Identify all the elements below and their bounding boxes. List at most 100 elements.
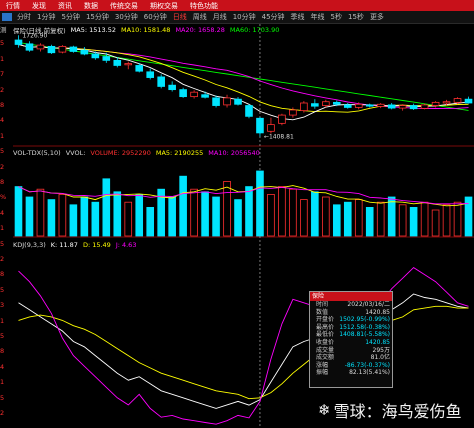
candle-body	[113, 59, 122, 66]
volume-bar	[179, 175, 187, 237]
period-tab-8[interactable]: 月线	[210, 12, 230, 22]
volume-bar	[409, 206, 418, 237]
tooltip-row: 收盘价 1420.85	[310, 339, 392, 347]
kdj-k-line	[18, 293, 469, 409]
volume-bar	[289, 188, 297, 237]
tooltip-row-label: 振幅	[316, 369, 329, 377]
tooltip-row: 最低价 1408.81(-5.58%)	[310, 331, 392, 339]
left-axis-label: 5	[0, 332, 5, 340]
period-tab-1[interactable]: 1分钟	[34, 12, 58, 22]
volume-bar	[420, 201, 429, 237]
candle-body	[179, 89, 187, 98]
candle-body	[212, 97, 220, 106]
volume-bar	[431, 209, 440, 237]
candle-body	[168, 84, 176, 91]
volume-bar	[201, 191, 209, 237]
menu-item-1[interactable]: 发现	[26, 1, 52, 11]
volume-bar	[332, 204, 341, 237]
menu-item-5[interactable]: 期权交易	[144, 1, 184, 11]
candle-body	[322, 101, 330, 106]
period-tab-0[interactable]: 分时	[14, 12, 34, 22]
watermark-text: 雪球：海鸟爱伤鱼	[333, 402, 462, 421]
ma5-line	[18, 44, 469, 121]
period-tab-2[interactable]: 5分钟	[58, 12, 82, 22]
candle-body	[14, 39, 23, 45]
menu-item-3[interactable]: 数据	[78, 1, 104, 11]
volume-bar	[80, 196, 89, 237]
candle-body	[387, 104, 396, 109]
candle-body	[398, 105, 407, 109]
candle-body	[256, 117, 264, 134]
menu-item-6[interactable]: 特色功能	[184, 1, 224, 11]
volume-bar	[354, 199, 363, 237]
volume-bar	[300, 199, 308, 237]
volume-bar	[135, 193, 144, 237]
candle-body	[47, 45, 56, 54]
volume-bar	[256, 170, 264, 237]
candle-body	[289, 109, 297, 116]
period-tab-5[interactable]: 60分钟	[141, 12, 170, 22]
volume-bar	[146, 206, 155, 237]
tooltip-row-label: 收盘价	[316, 338, 335, 346]
data-tooltip-window[interactable]: 保险 时间 2022/03/16/二 数值 1420.85 开盘价 1502.95(-0.…	[309, 291, 393, 388]
candle-body	[102, 56, 111, 61]
menu-item-0[interactable]: 行情	[0, 1, 26, 11]
tooltip-row-label: 最低价	[316, 331, 335, 339]
left-axis-label: %	[0, 193, 7, 202]
tooltip-row: 开盘价 1502.95(-0.99%)	[310, 316, 392, 324]
volume-bar	[25, 196, 34, 237]
period-tab-9[interactable]: 10分钟	[230, 12, 259, 22]
period-tab-12[interactable]: 年线	[308, 12, 328, 22]
period-tab-13[interactable]: 5秒	[328, 12, 345, 22]
candle-body	[267, 124, 275, 132]
tooltip-title: 保险	[310, 292, 392, 301]
menu-item-2[interactable]: 资讯	[52, 1, 78, 11]
candle-body	[376, 103, 385, 107]
menu-item-4[interactable]: 传统交易	[104, 1, 144, 11]
volume-bar	[190, 188, 198, 237]
period-tab-7[interactable]: 周线	[190, 12, 210, 22]
volume-bar	[47, 199, 56, 237]
period-tab-15[interactable]: 更多	[367, 12, 387, 22]
volume-bar	[234, 199, 242, 237]
left-axis-label: 1	[0, 316, 5, 325]
left-axis-label: 7	[0, 70, 5, 79]
period-tab-3[interactable]: 15分钟	[83, 12, 112, 22]
volume-bar	[267, 193, 275, 237]
tooltip-row-value: 1512.58(-0.38%)	[339, 323, 390, 331]
period-tab-14[interactable]: 15秒	[345, 12, 367, 22]
tooltip-row-value: 81.0亿	[370, 354, 390, 362]
candle-body	[453, 98, 462, 103]
volume-bar	[398, 204, 407, 237]
volume-bar	[168, 196, 176, 237]
candle-body	[36, 44, 45, 50]
volume-bar	[69, 204, 78, 237]
xueqiu-watermark: ❄ 雪球：海鸟爱伤鱼	[318, 398, 462, 422]
left-axis-label: 5	[0, 285, 5, 294]
left-axis-strip: 测 5 1 7 2 8 4 1 5 2 8% 4 1 5 2 8 5 3 1 5 8 4 1 5 2	[0, 24, 12, 428]
period-tab-11[interactable]: 季线	[288, 12, 308, 22]
left-axis-label: 5	[0, 239, 5, 248]
high-price-label: 1726.90	[22, 32, 47, 39]
left-axis-label: 4	[0, 208, 5, 217]
period-tab-10[interactable]: 45分钟	[259, 12, 288, 22]
candle-body	[25, 43, 34, 51]
tooltip-row: 振幅 82.13(5.41%)	[310, 369, 392, 377]
period-tab-6[interactable]: 日线	[170, 12, 190, 22]
tooltip-row-value: 82.13(5.41%)	[349, 369, 390, 377]
period-tab-4[interactable]: 30分钟	[112, 12, 141, 22]
volume-bar	[278, 186, 286, 237]
left-axis-label: 2	[0, 85, 5, 94]
stock-chart-area[interactable]: 1726.90 ←1408.81	[13, 24, 474, 428]
volume-bar	[387, 196, 396, 237]
top-menu-bar: 行情 发现 资讯 数据 传统交易 期权交易 特色功能	[0, 0, 474, 11]
candle-body	[190, 91, 198, 98]
low-price-label: ←1408.81	[264, 133, 294, 140]
candle-body	[354, 103, 363, 108]
left-axis-label: 3	[0, 301, 5, 310]
candle-body	[245, 105, 253, 117]
volume-bar	[453, 201, 462, 237]
left-axis-label: 2	[0, 255, 5, 263]
left-axis-label: 8	[0, 270, 5, 279]
tooltip-row-value: 1420.85	[365, 338, 390, 346]
